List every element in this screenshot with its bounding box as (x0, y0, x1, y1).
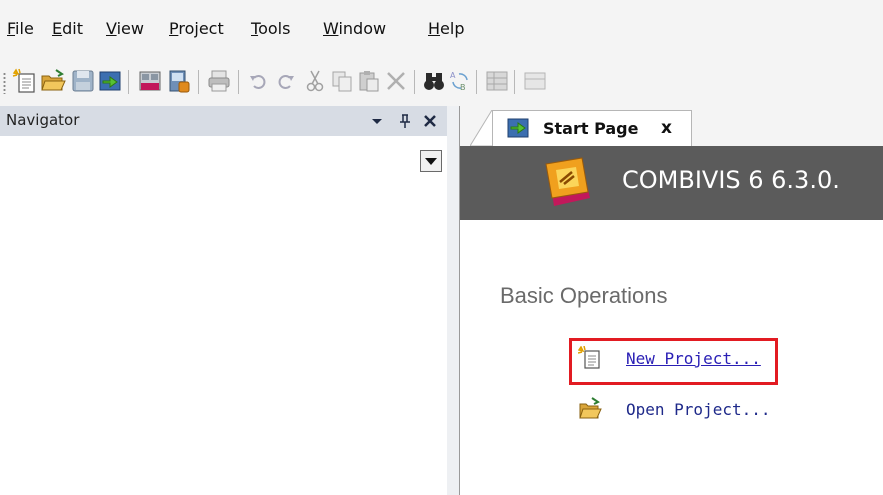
open-project-link[interactable]: Open Project... (626, 400, 771, 419)
navigator-header: Navigator (0, 106, 447, 136)
tab-close-icon[interactable]: x (661, 118, 672, 138)
pin-icon[interactable] (396, 112, 414, 130)
document-tabstrip: Start Page x (460, 106, 883, 146)
cut-icon[interactable] (302, 68, 328, 94)
navigator-tree[interactable] (0, 136, 447, 495)
start-page-icon (507, 118, 529, 138)
menu-file[interactable]: File (7, 19, 34, 38)
replace-icon[interactable]: A B (447, 68, 473, 94)
menu-edit[interactable]: Edit (52, 19, 83, 38)
toolbar-separator (476, 70, 477, 94)
tab-start-page[interactable]: Start Page x (492, 110, 692, 146)
copy-icon[interactable] (329, 68, 355, 94)
open-folder-icon[interactable] (40, 68, 66, 94)
device-add-icon[interactable] (166, 68, 192, 94)
keb-device-icon[interactable] (137, 68, 163, 94)
start-page-banner: COMBIVIS 6 6.3.0. (460, 146, 883, 220)
toolbar-separator (198, 70, 199, 94)
open-project-link-row[interactable]: Open Project... (578, 397, 788, 425)
tab-label: Start Page (543, 119, 639, 138)
menu-window[interactable]: Window (323, 19, 386, 38)
menu-tools[interactable]: Tools (251, 19, 290, 38)
navigator-dropdown[interactable] (420, 150, 442, 172)
paste-icon[interactable] (356, 68, 382, 94)
combivis-logo-icon (545, 157, 590, 206)
menu-view[interactable]: View (106, 19, 144, 38)
toolbar-grip[interactable] (3, 72, 6, 94)
toolbar-separator (514, 70, 515, 94)
banner-title: COMBIVIS 6 6.3.0. (622, 166, 840, 194)
print-icon[interactable] (206, 68, 232, 94)
menu-help[interactable]: Help (428, 19, 464, 38)
toolbar: A B (0, 58, 883, 106)
menu-project[interactable]: Project (169, 19, 224, 38)
save-icon[interactable] (70, 68, 96, 94)
toolbar-separator (414, 70, 415, 94)
close-icon[interactable] (421, 112, 439, 130)
navigator-title: Navigator (6, 111, 80, 129)
panel-menu-icon[interactable] (368, 112, 386, 130)
find-binoculars-icon[interactable] (421, 68, 447, 94)
open-folder-icon (579, 397, 602, 419)
undo-icon[interactable] (246, 68, 272, 94)
delete-icon[interactable] (383, 68, 409, 94)
toolbar-separator (128, 70, 129, 94)
table-icon[interactable] (522, 68, 548, 94)
svg-text:A: A (450, 71, 456, 80)
redo-icon[interactable] (272, 68, 298, 94)
new-project-icon[interactable] (12, 68, 38, 94)
panel-splitter[interactable] (447, 106, 460, 495)
highlight-box (569, 338, 778, 385)
toolbar-separator (238, 70, 239, 94)
grid-icon[interactable] (484, 68, 510, 94)
menu-bar: File Edit View Project Tools Window Help (0, 0, 883, 58)
basic-operations-title: Basic Operations (500, 283, 668, 308)
import-icon[interactable] (97, 68, 123, 94)
